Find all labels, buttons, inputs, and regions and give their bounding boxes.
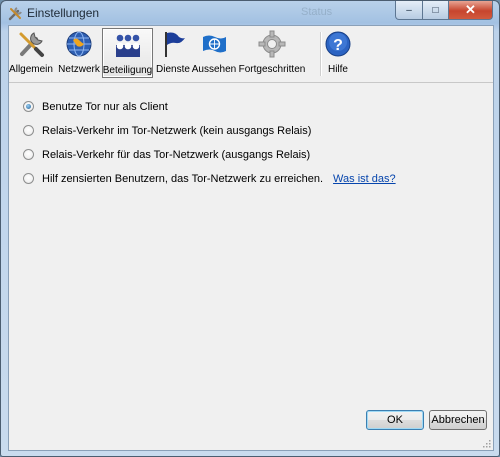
radio-exit-relay[interactable]	[23, 149, 34, 160]
settings-toolbar: Allgemein Netzwerk Beteiligung Dienste A…	[9, 26, 493, 83]
settings-window: Einstellungen Status – □ ✕ Allgemein Net…	[0, 0, 500, 457]
radio-bridge[interactable]	[23, 173, 34, 184]
resize-grip-icon[interactable]	[481, 438, 491, 448]
maximize-button[interactable]: □	[423, 1, 449, 20]
tab-label: Aussehen	[191, 64, 237, 75]
option-label: Hilf zensierten Benutzern, das Tor-Netzw…	[42, 172, 324, 185]
tab-netzwerk[interactable]: Netzwerk	[56, 28, 102, 78]
tab-allgemein[interactable]: Allgemein	[9, 28, 53, 78]
option-exit-relay[interactable]: Relais-Verkehr für das Tor-Netzwerk (aus…	[23, 146, 396, 163]
option-label: Relais-Verkehr für das Tor-Netzwerk (aus…	[42, 148, 311, 161]
tab-dienste[interactable]: Dienste	[155, 28, 191, 78]
help-icon: ?	[325, 31, 351, 57]
tab-label: Beteiligung	[102, 65, 153, 76]
globe-icon	[66, 31, 92, 57]
what-is-this-link[interactable]: Was ist das?	[333, 173, 396, 185]
radio-relay-traffic[interactable]	[23, 125, 34, 136]
minimize-button[interactable]: –	[395, 1, 423, 20]
option-label: Benutze Tor nur als Client	[42, 100, 168, 113]
tab-label: Hilfe	[327, 64, 348, 75]
tab-label: Netzwerk	[58, 64, 100, 75]
participation-options: Benutze Tor nur als Client Relais-Verkeh…	[23, 98, 396, 194]
tab-beteiligung[interactable]: Beteiligung	[102, 28, 153, 78]
cancel-button[interactable]: Abbrechen	[429, 410, 487, 430]
tab-aussehen[interactable]: Aussehen	[191, 28, 237, 78]
settings-tools-icon	[8, 7, 22, 21]
title-bar[interactable]: Einstellungen Status – □ ✕	[1, 1, 499, 25]
background-window-title: Status	[301, 6, 333, 18]
svg-text:?: ?	[333, 37, 343, 54]
option-bridge[interactable]: Hilf zensierten Benutzern, das Tor-Netzw…	[23, 170, 396, 187]
gear-icon	[258, 30, 286, 58]
close-button[interactable]: ✕	[449, 1, 493, 20]
option-label: Relais-Verkehr im Tor-Netzwerk (kein aus…	[42, 124, 312, 137]
wrench-screwdriver-icon	[19, 32, 44, 57]
ok-button[interactable]: OK	[366, 410, 424, 430]
option-client-only[interactable]: Benutze Tor nur als Client	[23, 98, 396, 115]
tab-fortgeschritten[interactable]: Fortgeschritten	[237, 28, 307, 78]
option-relay-traffic[interactable]: Relais-Verkehr im Tor-Netzwerk (kein aus…	[23, 122, 396, 139]
tab-hilfe[interactable]: ? Hilfe	[321, 28, 355, 78]
tab-label: Fortgeschritten	[238, 64, 306, 75]
tab-label: Allgemein	[9, 64, 53, 75]
flag-icon	[165, 32, 185, 57]
relay-nodes-icon	[115, 34, 140, 57]
settings-client-area: Allgemein Netzwerk Beteiligung Dienste A…	[8, 25, 494, 451]
window-title: Einstellungen	[27, 6, 100, 20]
radio-client-only[interactable]	[23, 101, 34, 112]
un-flag-icon	[203, 35, 226, 53]
tab-label: Dienste	[156, 64, 190, 75]
